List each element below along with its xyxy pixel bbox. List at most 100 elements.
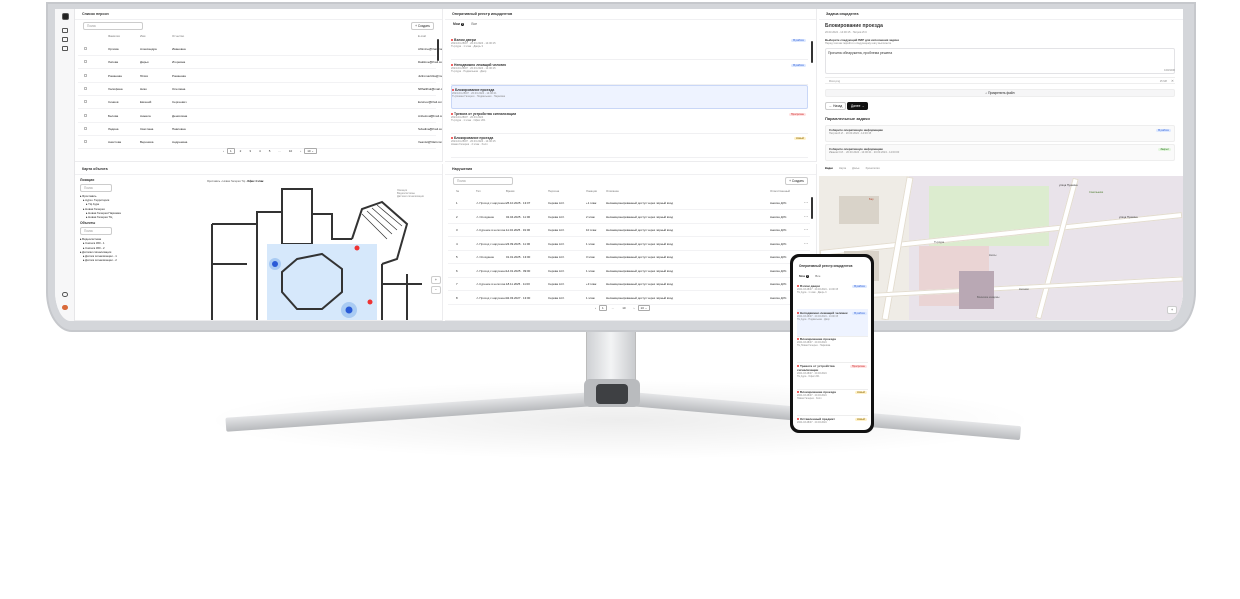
row-checkbox[interactable]	[84, 100, 87, 104]
page-button[interactable]: 2	[237, 148, 245, 154]
row-checkbox[interactable]	[84, 60, 87, 64]
page-button[interactable]: ...	[609, 305, 618, 311]
objects-search-input[interactable]: Поиск	[80, 227, 112, 236]
table-row[interactable]: ХалифинаНикоОлеговнаN8halifina@mail.com⋯	[78, 83, 442, 96]
row-checkbox[interactable]	[84, 47, 87, 50]
phone-tab-all[interactable]: Все	[815, 274, 820, 278]
breadcrumb-item[interactable]: Новая Галерея ТЦ ›	[223, 180, 248, 183]
table-row[interactable]: 8 ⚠ Проход с нарушени... 02.03.2027 · 13:0…	[448, 292, 810, 305]
table-row[interactable]: РомановаЮлияРомановаJullromanova@mail.co…	[78, 70, 442, 83]
table-row[interactable]: Синиов Евгений Сергеевич Evsinov@mail.com ⋯	[78, 96, 442, 110]
tab-dossier[interactable]: Досье	[852, 167, 859, 170]
table-row[interactable]: 6 ⚠ Проход с нарушени... 14.01.2025 · 09:0…	[448, 265, 810, 278]
breadcrumb-item[interactable]: Ярославль ›	[207, 180, 223, 183]
row-menu-icon[interactable]: ⋯	[430, 59, 434, 64]
tab-mine[interactable]: Мои	[453, 22, 460, 26]
table-row[interactable]: Лисова Дарья Игоревна Dakilove@mail.com ⋯	[78, 56, 442, 70]
incident-card[interactable]: Блокирование проезда 2024-03-28/07 · 20.0…	[451, 85, 808, 109]
incident-card[interactable]: Взлом двери 2024-03-28/07 · 20.03.2024 - …	[451, 36, 808, 60]
persons-scrollbar[interactable]	[437, 39, 439, 61]
reason-textarea[interactable]: Причина обнаружена, проблема решена	[825, 48, 1175, 74]
parallel-task-card[interactable]: Соберите оперативную информацию Петров И.…	[825, 125, 1175, 142]
violations-scrollbar[interactable]	[811, 197, 813, 219]
page-button[interactable]: 3	[246, 148, 254, 154]
alert-icon[interactable]	[62, 37, 68, 42]
row-menu-icon[interactable]: ⋯	[430, 86, 434, 91]
row-menu-icon[interactable]: ⋯	[430, 139, 434, 144]
phone-incident-card[interactable]: Оставленный предмет 2024-03-28/07 · 20.03…	[797, 415, 868, 431]
tab-all[interactable]: Все	[471, 22, 477, 26]
table-row[interactable]: 7 ⚠ Курение в неполож... 18.11.2025 · 11:0…	[448, 278, 810, 291]
row-menu-icon[interactable]: ⋯	[804, 214, 808, 219]
phone-incident-card[interactable]: Взлом двери 2024-03-28/07 · 20.03.2024 - …	[797, 282, 868, 310]
status-badge: Просрочен	[788, 112, 806, 116]
tab-map[interactable]: Карта	[839, 167, 846, 170]
legend-sensors[interactable]: Датчики сигнализации	[397, 195, 424, 198]
row-checkbox[interactable]	[84, 126, 87, 130]
next-page-icon[interactable]: ›	[300, 149, 301, 153]
incident-card[interactable]: Блокирование проезда 2024-03-28/07 · 20.0…	[451, 134, 808, 158]
prev-page-icon[interactable]: ‹	[595, 306, 596, 310]
avatar[interactable]	[62, 305, 68, 310]
next-page-icon[interactable]: ›	[634, 306, 635, 310]
incident-card[interactable]: Тревога от устройства сигнализации 2024-0…	[451, 110, 808, 134]
row-menu-icon[interactable]: ⋯	[804, 241, 808, 246]
prev-page-icon[interactable]: ‹	[223, 149, 224, 153]
row-checkbox[interactable]	[84, 73, 87, 77]
page-button[interactable]: 5	[266, 148, 274, 154]
phone-tab-mine[interactable]: Мои	[799, 274, 805, 278]
phone-incident-card[interactable]: Неподвижно лежащий человек 2024-03-28/07 …	[797, 308, 868, 337]
table-row[interactable]: 2 ⚠ Опоздание 02.04.2025 · 11:00 Серова А.И…	[448, 211, 810, 224]
settings-icon[interactable]	[62, 292, 68, 297]
tab-video[interactable]: Видео	[825, 167, 833, 170]
table-row[interactable]: 1 ⚠ Проход с нарушени... 25.10.2025 · 13:0…	[448, 197, 810, 210]
table-row[interactable]: 4 ⚠ Проход с нарушени... 23.09.2025 · 11:0…	[448, 238, 810, 251]
persons-create-button[interactable]: + Создать	[411, 22, 434, 30]
row-checkbox[interactable]	[84, 140, 87, 144]
parallel-task-card[interactable]: Соберите оперативную информацию Иванов И.…	[825, 144, 1175, 161]
back-button[interactable]: ← Назад	[825, 102, 847, 110]
attach-file-button[interactable]: ⌕ Прикрепить файл	[825, 89, 1175, 97]
monitor-icon[interactable]	[62, 46, 68, 51]
tree-item[interactable]: ▸ Датчик сигнализации - 2	[80, 258, 155, 262]
per-page-select[interactable]: 10 ⌄	[637, 305, 651, 311]
row-menu-icon[interactable]: ⋯	[804, 200, 808, 205]
locations-search-input[interactable]: Поиск	[80, 184, 112, 192]
incident-card[interactable]: Неподвижно лежащий человек 2024-03-28/07 …	[451, 61, 808, 85]
table-row[interactable]: 3 ⚠ Курение в неполож... 11.04.2025 · 19:0…	[448, 224, 810, 237]
phone-incident-card[interactable]: Блокирование проезда 2024-03-28/07 · 20.0…	[797, 388, 868, 416]
persons-search-input[interactable]: Поиск	[83, 22, 143, 30]
row-menu-icon[interactable]: ⋯	[430, 126, 434, 131]
violations-create-button[interactable]: + Создать	[785, 177, 808, 185]
page-button[interactable]: 1	[599, 305, 607, 311]
per-page-select[interactable]: 10 ⌄	[304, 148, 317, 154]
table-row[interactable]: 5 ⚠ Опоздание 01.01.2025 · 13:00 Серова А.И…	[448, 251, 810, 264]
remove-file-icon[interactable]: ✕	[1171, 79, 1174, 83]
table-row[interactable]: Орлова Александра Ивановна Af4mine@mail.com…	[78, 43, 442, 56]
tree-item[interactable]: ▸ Новая Галерея ТЦ	[80, 215, 155, 219]
page-button[interactable]: 1	[227, 148, 235, 154]
row-checkbox[interactable]	[84, 113, 87, 117]
next-button[interactable]: Далее →	[847, 102, 869, 110]
zoom-out-button[interactable]: −	[431, 286, 441, 294]
zoom-in-button[interactable]: +	[431, 276, 441, 284]
page-button[interactable]: 10	[286, 148, 295, 154]
map-zoom-button[interactable]: +	[1167, 306, 1177, 314]
phone-incident-card[interactable]: Тревога от устройства сигнализации 2024-0…	[797, 362, 868, 390]
row-menu-icon[interactable]: ⋯	[430, 73, 434, 78]
list-icon[interactable]	[62, 28, 68, 33]
page-button[interactable]: ...	[275, 148, 284, 154]
table-row[interactable]: Белова Анжела Денисовна Anbelova@mail.com ⋯	[78, 110, 442, 123]
violations-search-input[interactable]: Поиск	[453, 177, 513, 185]
tab-chronology[interactable]: Хронология	[865, 167, 879, 170]
page-button[interactable]: 10	[619, 305, 628, 311]
phone-incident-card[interactable]: Блокирование проезда 2024-03-28/07 · 20.0…	[797, 335, 868, 363]
row-menu-icon[interactable]: ⋯	[430, 113, 434, 118]
incidents-scrollbar[interactable]	[811, 41, 813, 63]
row-menu-icon[interactable]: ⋯	[804, 227, 808, 232]
row-checkbox[interactable]	[84, 86, 87, 90]
row-menu-icon[interactable]: ⋯	[430, 99, 434, 104]
page-button[interactable]: 4	[256, 148, 264, 154]
table-row[interactable]: Ладина Светлана Павловна Svladina@mail.com ⋯	[78, 123, 442, 136]
row-menu-icon[interactable]: ⋯	[430, 46, 434, 51]
